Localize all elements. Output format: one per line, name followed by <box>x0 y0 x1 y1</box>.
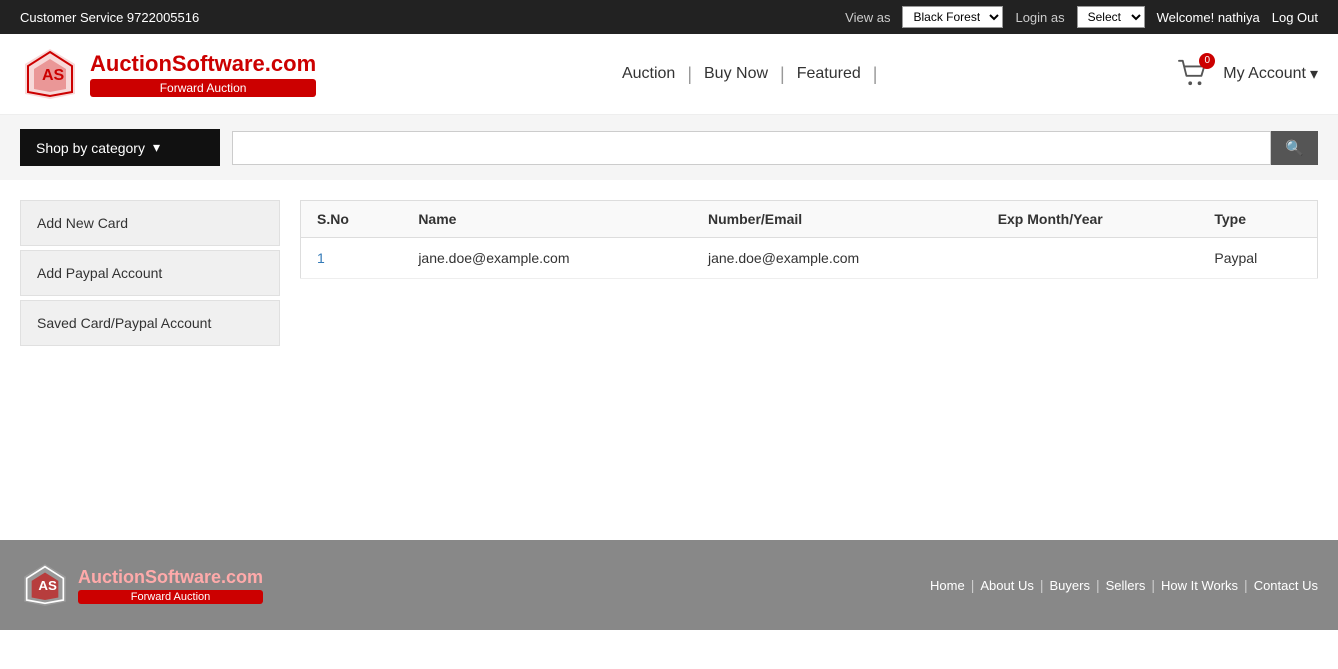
table-row: 1 jane.doe@example.com jane.doe@example.… <box>301 238 1318 279</box>
svg-text:AS: AS <box>42 67 65 84</box>
header-right: 0 My Account ▾ <box>1177 59 1318 90</box>
brand-name: AuctionSoftware.com <box>90 51 316 77</box>
cell-sno: 1 <box>301 238 403 279</box>
search-bar-area: Shop by category ▾ 🔍 <box>0 115 1338 180</box>
view-as-select[interactable]: Black Forest <box>902 6 1003 28</box>
search-input[interactable] <box>232 131 1271 165</box>
footer-nav-contact[interactable]: Contact Us <box>1254 578 1318 593</box>
footer-sub-brand: Forward Auction <box>78 590 263 604</box>
col-type: Type <box>1198 201 1317 238</box>
nav-sep-2: | <box>780 64 785 85</box>
col-sno: S.No <box>301 201 403 238</box>
footer-sep-2: | <box>1040 577 1044 593</box>
nav-sep-1: | <box>687 64 692 85</box>
footer-sep-5: | <box>1244 577 1248 593</box>
top-bar-right: View as Black Forest Login as Select Wel… <box>845 6 1318 28</box>
search-input-wrap: 🔍 <box>232 131 1318 165</box>
footer-nav-how-it-works[interactable]: How It Works <box>1161 578 1238 593</box>
search-icon: 🔍 <box>1285 140 1304 157</box>
header: AS AuctionSoftware.com Forward Auction A… <box>0 34 1338 115</box>
row-link[interactable]: 1 <box>317 250 325 266</box>
footer-logo-icon: AS <box>20 560 70 610</box>
my-account-button[interactable]: My Account ▾ <box>1223 64 1318 84</box>
top-bar: Customer Service 9722005516 View as Blac… <box>0 0 1338 34</box>
cell-email: jane.doe@example.com <box>692 238 982 279</box>
table-area: S.No Name Number/Email Exp Month/Year Ty… <box>300 200 1318 500</box>
col-name: Name <box>402 201 692 238</box>
nav-sep-3: | <box>873 64 878 85</box>
sidebar: Add New Card Add Paypal Account Saved Ca… <box>20 200 280 500</box>
col-exp: Exp Month/Year <box>982 201 1199 238</box>
table-body: 1 jane.doe@example.com jane.doe@example.… <box>301 238 1318 279</box>
login-as-select[interactable]: Select <box>1077 6 1145 28</box>
footer-nav-about[interactable]: About Us <box>980 578 1033 593</box>
view-as-label: View as <box>845 10 890 25</box>
nav-auction[interactable]: Auction <box>616 61 681 87</box>
cell-exp <box>982 238 1199 279</box>
nav-featured[interactable]: Featured <box>791 61 867 87</box>
table-header: S.No Name Number/Email Exp Month/Year Ty… <box>301 201 1318 238</box>
footer: AS AuctionSoftware.com Forward Auction H… <box>0 540 1338 630</box>
footer-nav-buyers[interactable]: Buyers <box>1049 578 1089 593</box>
sub-brand: Forward Auction <box>90 79 316 97</box>
main-content: Add New Card Add Paypal Account Saved Ca… <box>0 180 1338 520</box>
cart-badge: 0 <box>1199 53 1215 69</box>
sidebar-item-add-new-card[interactable]: Add New Card <box>20 200 280 246</box>
customer-service: Customer Service 9722005516 <box>20 10 199 25</box>
svg-text:AS: AS <box>38 578 57 593</box>
footer-brand-name: AuctionSoftware.com <box>78 567 263 588</box>
chevron-down-icon: ▾ <box>153 139 160 156</box>
sidebar-item-add-paypal[interactable]: Add Paypal Account <box>20 250 280 296</box>
welcome-text: Welcome! nathiya <box>1157 10 1260 25</box>
cart-icon-wrap[interactable]: 0 <box>1177 59 1209 90</box>
footer-sep-3: | <box>1096 577 1100 593</box>
main-nav: Auction | Buy Now | Featured | <box>616 61 878 87</box>
logo-text: AuctionSoftware.com Forward Auction <box>90 51 316 97</box>
col-number-email: Number/Email <box>692 201 982 238</box>
cell-type: Paypal <box>1198 238 1317 279</box>
footer-nav-sellers[interactable]: Sellers <box>1106 578 1146 593</box>
footer-nav-home[interactable]: Home <box>930 578 965 593</box>
username-text: nathiya <box>1218 10 1260 25</box>
nav-buy-now[interactable]: Buy Now <box>698 61 774 87</box>
payment-table: S.No Name Number/Email Exp Month/Year Ty… <box>300 200 1318 279</box>
logo[interactable]: AS AuctionSoftware.com Forward Auction <box>20 44 316 104</box>
logo-icon: AS <box>20 44 80 104</box>
footer-sep-4: | <box>1151 577 1155 593</box>
logout-button[interactable]: Log Out <box>1272 10 1318 25</box>
chevron-down-icon: ▾ <box>1310 64 1318 84</box>
footer-logo-area: AS AuctionSoftware.com Forward Auction <box>20 560 263 610</box>
search-button[interactable]: 🔍 <box>1271 131 1318 165</box>
cell-name: jane.doe@example.com <box>402 238 692 279</box>
footer-logo-text: AuctionSoftware.com Forward Auction <box>78 567 263 604</box>
footer-nav: Home | About Us | Buyers | Sellers | How… <box>930 577 1318 593</box>
shop-by-category-button[interactable]: Shop by category ▾ <box>20 129 220 166</box>
sidebar-item-saved-card[interactable]: Saved Card/Paypal Account <box>20 300 280 346</box>
footer-sep-1: | <box>971 577 975 593</box>
login-as-label: Login as <box>1015 10 1064 25</box>
